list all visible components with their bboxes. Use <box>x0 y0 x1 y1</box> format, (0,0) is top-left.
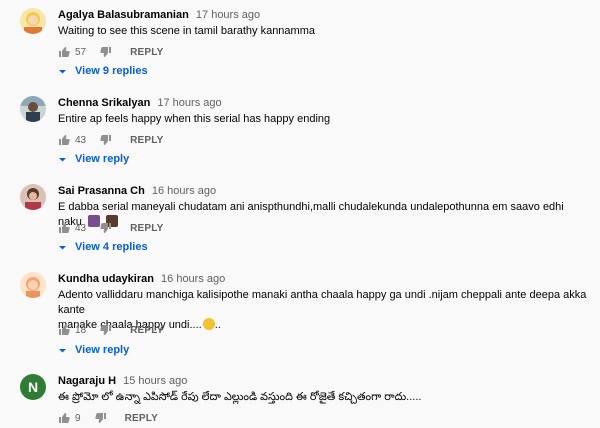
timestamp[interactable]: 16 hours ago <box>161 273 225 285</box>
author-name[interactable]: Kundha udaykiran <box>58 273 154 285</box>
avatar[interactable] <box>20 8 46 34</box>
view-replies-button[interactable]: View reply <box>58 344 129 356</box>
author-name[interactable]: Chenna Srikalyan <box>58 97 150 109</box>
author-name[interactable]: Agalya Balasubramanian <box>58 9 189 21</box>
avatar[interactable] <box>20 272 46 298</box>
chevron-down-icon <box>58 346 67 355</box>
like-icon[interactable] <box>58 324 70 336</box>
dislike-icon[interactable] <box>94 412 107 424</box>
reply-button[interactable]: REPLY <box>130 135 163 146</box>
comment-actions: 43 REPLY <box>58 134 164 146</box>
like-icon[interactable] <box>58 134 70 146</box>
like-icon[interactable] <box>58 222 70 234</box>
comment-text: Waiting to see this scene in tamil barat… <box>58 25 315 37</box>
chevron-down-icon <box>58 243 67 252</box>
dislike-icon[interactable] <box>100 46 112 58</box>
like-count: 57 <box>75 46 87 58</box>
timestamp[interactable]: 17 hours ago <box>157 97 221 109</box>
comment-text: Entire ap feels happy when this serial h… <box>58 113 331 125</box>
view-replies-label: View 4 replies <box>75 241 148 253</box>
comment-actions: 18 REPLY <box>58 324 164 336</box>
like-count: 43 <box>75 222 87 234</box>
view-replies-button[interactable]: View reply <box>58 153 129 165</box>
avatar[interactable] <box>20 96 46 122</box>
reply-button[interactable]: REPLY <box>130 325 163 336</box>
view-replies-button[interactable]: View 4 replies <box>58 241 148 253</box>
like-count: 43 <box>75 134 87 146</box>
timestamp[interactable]: 16 hours ago <box>152 185 216 197</box>
view-replies-label: View reply <box>75 153 130 165</box>
reply-button[interactable]: REPLY <box>130 223 163 234</box>
like-icon[interactable] <box>58 46 70 58</box>
author-name[interactable]: Nagaraju H <box>58 375 116 387</box>
comment-line-suffix: .. <box>214 319 221 331</box>
comment-actions: 9 REPLY <box>58 412 158 424</box>
comment-actions: 57 REPLY <box>58 46 164 58</box>
comment-line: Adento valliddaru manchiga kalisipothe m… <box>58 289 587 316</box>
timestamp[interactable]: 15 hours ago <box>123 375 187 387</box>
avatar[interactable]: N <box>20 374 46 400</box>
chevron-down-icon <box>58 155 67 164</box>
like-count: 9 <box>75 412 81 424</box>
chevron-down-icon <box>58 67 67 76</box>
dislike-icon[interactable] <box>100 324 112 336</box>
comment-header: Agalya Balasubramanian 17 hours ago <box>58 9 260 21</box>
reply-button[interactable]: REPLY <box>125 413 158 424</box>
view-replies-button[interactable]: View 9 replies <box>58 65 148 77</box>
author-name[interactable]: Sai Prasanna Ch <box>58 185 145 197</box>
like-icon[interactable] <box>58 412 70 424</box>
comment-text: ఈ ప్రోమో లో ఉన్నా ఎపిసోడ్ రేపు లేదా ఎల్ల… <box>58 391 422 403</box>
timestamp[interactable]: 17 hours ago <box>196 9 260 21</box>
comment-header: Nagaraju H 15 hours ago <box>58 375 187 387</box>
emoji-icon <box>202 318 215 330</box>
reply-button[interactable]: REPLY <box>130 47 163 58</box>
comment-header: Kundha udaykiran 16 hours ago <box>58 273 225 285</box>
comment-header: Sai Prasanna Ch 16 hours ago <box>58 185 216 197</box>
avatar-letter: N <box>20 374 46 400</box>
dislike-icon[interactable] <box>100 222 112 234</box>
avatar[interactable] <box>20 184 46 210</box>
dislike-icon[interactable] <box>100 134 112 146</box>
comment-actions: 43 REPLY <box>58 222 164 234</box>
view-replies-label: View 9 replies <box>75 65 148 77</box>
view-replies-label: View reply <box>75 344 130 356</box>
like-count: 18 <box>75 324 87 336</box>
comment-header: Chenna Srikalyan 17 hours ago <box>58 97 222 109</box>
